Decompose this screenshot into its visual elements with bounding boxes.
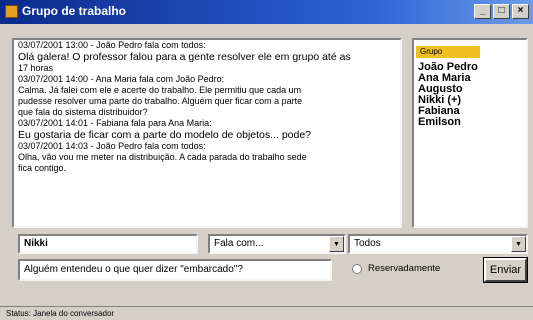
chat-line: 03/07/2001 14:03 - João Pedro fala com t…: [18, 141, 206, 151]
minimize-button[interactable]: _: [474, 4, 491, 19]
private-radio[interactable]: [352, 263, 362, 274]
chat-line: Olá galera! O professor falou para a gen…: [18, 51, 351, 63]
chat-line: 03/07/2001 13:00 - João Pedro fala com t…: [18, 40, 206, 50]
maximize-button[interactable]: □: [493, 4, 510, 19]
chat-line: Eu gostaria de ficar com a parte do mode…: [18, 129, 312, 141]
speech-mode-select[interactable]: Fala com... ▼: [208, 234, 346, 254]
window-controls: _ □ ×: [474, 4, 529, 19]
chevron-down-icon[interactable]: ▼: [511, 236, 526, 252]
nickname-field[interactable]: Nikki: [18, 234, 198, 254]
window-title: Grupo de trabalho: [22, 4, 127, 18]
chat-line: 17 horas: [18, 63, 54, 73]
chat-line: que fala do sistema distribuidor?: [18, 107, 148, 117]
chat-log[interactable]: 03/07/2001 13:00 - João Pedro fala com t…: [12, 38, 402, 228]
private-label: Reservadamente: [368, 263, 441, 274]
speech-mode-value: Fala com...: [214, 238, 264, 249]
chat-line: 03/07/2001 14:01 - Fabiana fala para Ana…: [18, 118, 212, 128]
chat-line: Olha, vão vou me meter na distribuição. …: [18, 152, 307, 162]
recipient-select[interactable]: Todos ▼: [348, 234, 528, 254]
chat-lines: 03/07/2001 13:00 - João Pedro fala com t…: [14, 40, 400, 174]
member-names: João Pedro Ana Maria Augusto Nikki (+) Fabia…: [414, 62, 526, 128]
close-button[interactable]: ×: [512, 4, 529, 19]
app-icon: [5, 5, 18, 18]
title-bar: Grupo de trabalho _ □ ×: [0, 0, 533, 24]
message-input[interactable]: Alguém entendeu o que quer dizer "embarc…: [18, 259, 332, 281]
chat-line: Calma. Já falei com ele e acerte do trab…: [18, 85, 302, 95]
chat-line: pudesse resolver uma parte do trabalho. …: [18, 96, 303, 106]
chat-line: 03/07/2001 14:00 - Ana Maria fala com Jo…: [18, 74, 225, 84]
status-bar: Status: Janela do conversador: [0, 306, 533, 320]
group-label: Grupo: [416, 46, 480, 58]
member-item[interactable]: Emilson: [414, 117, 526, 128]
member-list[interactable]: Grupo João Pedro Ana Maria Augusto Nikki (+…: [412, 38, 528, 228]
chevron-down-icon[interactable]: ▼: [329, 236, 344, 252]
recipient-value: Todos: [354, 238, 381, 249]
private-option[interactable]: Reservadamente: [352, 263, 440, 274]
chat-line: fica contigo.: [18, 163, 67, 173]
send-button[interactable]: Enviar: [483, 257, 528, 283]
